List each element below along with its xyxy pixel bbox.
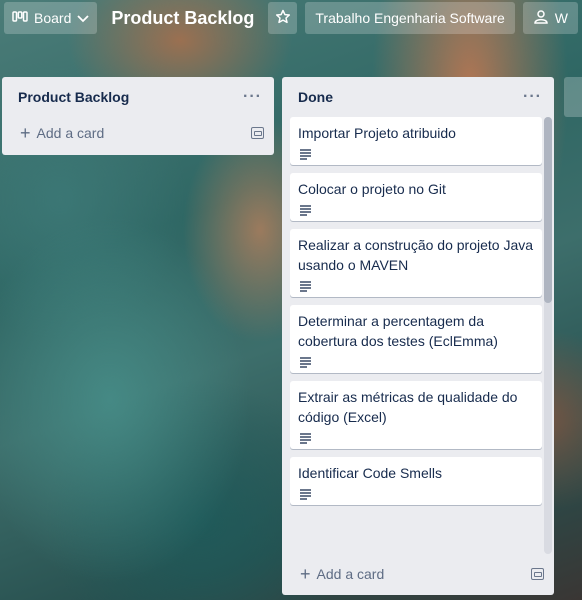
- template-icon[interactable]: [531, 568, 544, 580]
- workspace-label: Trabalho Engenharia Software: [315, 10, 505, 26]
- card[interactable]: Determinar a percentagem da cobertura do…: [290, 305, 542, 373]
- visibility-label: W: [554, 10, 568, 26]
- add-card-button[interactable]: + Add a card: [20, 124, 104, 142]
- list-menu-button[interactable]: ···: [243, 88, 262, 106]
- add-card-label: Add a card: [36, 125, 105, 141]
- people-icon: [533, 9, 549, 27]
- card-title: Colocar o projeto no Git: [298, 181, 446, 197]
- list-title[interactable]: Done: [298, 89, 333, 105]
- board-icon: [12, 10, 28, 27]
- star-icon: [275, 9, 291, 28]
- add-card-composer: + Add a card: [282, 558, 554, 590]
- card-title: Determinar a percentagem da cobertura do…: [298, 313, 498, 349]
- board-lists: Product Backlog ··· + Add a card Done ··…: [0, 77, 582, 600]
- card[interactable]: Identificar Code Smells: [290, 457, 542, 505]
- description-icon: [298, 357, 312, 368]
- scrollbar-thumb[interactable]: [544, 117, 552, 303]
- description-icon: [298, 433, 312, 444]
- add-card-button[interactable]: + Add a card: [300, 565, 384, 583]
- card-list: Importar Projeto atribuido Colocar o pro…: [290, 117, 542, 554]
- plus-icon: +: [300, 564, 311, 584]
- card[interactable]: Importar Projeto atribuido: [290, 117, 542, 165]
- card[interactable]: Colocar o projeto no Git: [290, 173, 542, 221]
- description-icon: [298, 205, 312, 216]
- list-title[interactable]: Product Backlog: [18, 89, 129, 105]
- plus-icon: +: [20, 123, 31, 143]
- card[interactable]: Realizar a construção do projeto Java us…: [290, 229, 542, 297]
- board-header: Board Product Backlog Trabalho Engenhari…: [0, 0, 582, 36]
- add-another-list-button[interactable]: [564, 77, 582, 117]
- list-header[interactable]: Done ···: [282, 77, 554, 117]
- star-button[interactable]: [268, 2, 298, 34]
- card-title: Importar Projeto atribuido: [298, 125, 456, 141]
- card-title: Identificar Code Smells: [298, 465, 442, 481]
- board-view-switcher[interactable]: Board: [4, 2, 98, 34]
- description-icon: [298, 489, 312, 500]
- board-title[interactable]: Product Backlog: [105, 8, 260, 29]
- card[interactable]: Extrair as métricas de qualidade do códi…: [290, 381, 542, 449]
- description-icon: [298, 149, 312, 160]
- list-product-backlog: Product Backlog ··· + Add a card: [2, 77, 274, 155]
- card-title: Realizar a construção do projeto Java us…: [298, 237, 534, 273]
- list-scrollbar[interactable]: [544, 117, 552, 554]
- workspace-button[interactable]: Trabalho Engenharia Software: [305, 2, 515, 34]
- list-header[interactable]: Product Backlog ···: [2, 77, 274, 117]
- visibility-button[interactable]: W: [522, 2, 578, 34]
- description-icon: [298, 281, 312, 292]
- template-icon[interactable]: [251, 127, 264, 139]
- list-menu-button[interactable]: ···: [523, 88, 542, 106]
- chevron-down-icon: [77, 10, 89, 26]
- card-title: Extrair as métricas de qualidade do códi…: [298, 389, 518, 425]
- add-card-composer: + Add a card: [2, 117, 274, 149]
- add-card-label: Add a card: [316, 566, 385, 582]
- list-done: Done ··· Importar Projeto atribuido Colo…: [282, 77, 554, 595]
- view-switcher-label: Board: [34, 10, 72, 26]
